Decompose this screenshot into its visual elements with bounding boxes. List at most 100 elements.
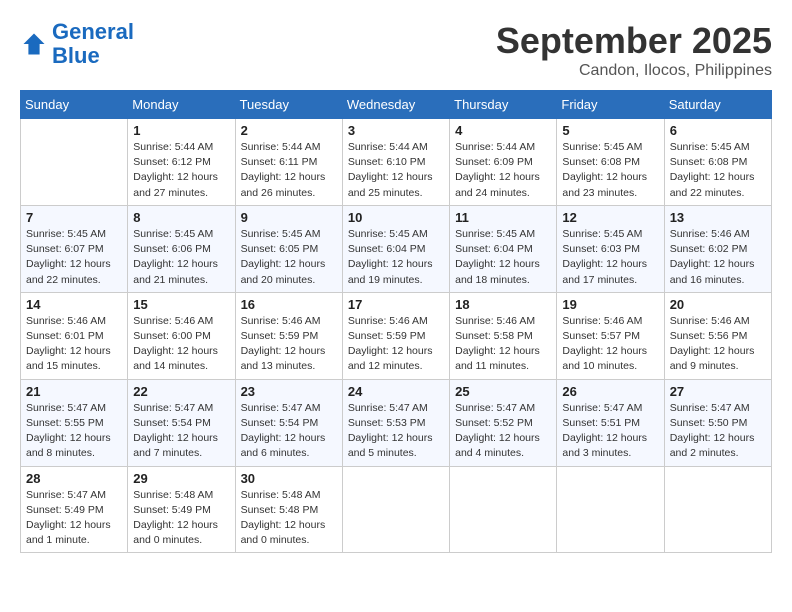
day-info: Sunrise: 5:44 AM Sunset: 6:09 PM Dayligh…	[455, 140, 551, 201]
day-info: Sunrise: 5:44 AM Sunset: 6:12 PM Dayligh…	[133, 140, 229, 201]
calendar-week-row: 28 Sunrise: 5:47 AM Sunset: 5:49 PM Dayli…	[21, 466, 772, 553]
day-number: 8	[133, 210, 229, 225]
day-info: Sunrise: 5:46 AM Sunset: 5:59 PM Dayligh…	[241, 314, 337, 375]
column-header-wednesday: Wednesday	[342, 91, 449, 119]
logo-icon	[20, 30, 48, 58]
calendar-week-row: 21 Sunrise: 5:47 AM Sunset: 5:55 PM Dayli…	[21, 379, 772, 466]
day-info: Sunrise: 5:45 AM Sunset: 6:07 PM Dayligh…	[26, 227, 122, 288]
column-header-thursday: Thursday	[450, 91, 557, 119]
calendar-cell	[557, 466, 664, 553]
day-info: Sunrise: 5:45 AM Sunset: 6:04 PM Dayligh…	[455, 227, 551, 288]
calendar-cell: 25Sunrise: 5:47 AM Sunset: 5:52 PM Dayli…	[450, 379, 557, 466]
page-header: General Blue September 2025 Candon, Iloc…	[20, 20, 772, 80]
day-info: Sunrise: 5:46 AM Sunset: 6:01 PM Dayligh…	[26, 314, 122, 375]
day-number: 14	[26, 297, 122, 312]
calendar-cell	[450, 466, 557, 553]
day-number: 2	[241, 123, 337, 138]
day-number: 3	[348, 123, 444, 138]
day-number: 19	[562, 297, 658, 312]
column-header-saturday: Saturday	[664, 91, 771, 119]
day-info: Sunrise: 5:47 AM Sunset: 5:54 PM Dayligh…	[241, 401, 337, 462]
day-number: 26	[562, 384, 658, 399]
calendar-cell: 23 Sunrise: 5:47 AM Sunset: 5:54 PM Dayli…	[235, 379, 342, 466]
calendar-cell: 28 Sunrise: 5:47 AM Sunset: 5:49 PM Dayli…	[21, 466, 128, 553]
calendar-cell: 20 Sunrise: 5:46 AM Sunset: 5:56 PM Dayli…	[664, 292, 771, 379]
calendar-cell: 29Sunrise: 5:48 AM Sunset: 5:49 PM Dayli…	[128, 466, 235, 553]
day-info: Sunrise: 5:46 AM Sunset: 6:02 PM Dayligh…	[670, 227, 766, 288]
day-info: Sunrise: 5:44 AM Sunset: 6:11 PM Dayligh…	[241, 140, 337, 201]
day-info: Sunrise: 5:48 AM Sunset: 5:49 PM Dayligh…	[133, 488, 229, 549]
calendar-week-row: 14 Sunrise: 5:46 AM Sunset: 6:01 PM Dayli…	[21, 292, 772, 379]
day-number: 24	[348, 384, 444, 399]
day-info: Sunrise: 5:47 AM Sunset: 5:49 PM Dayligh…	[26, 488, 122, 549]
calendar-cell: 14 Sunrise: 5:46 AM Sunset: 6:01 PM Dayli…	[21, 292, 128, 379]
calendar-cell: 27Sunrise: 5:47 AM Sunset: 5:50 PM Dayli…	[664, 379, 771, 466]
day-number: 5	[562, 123, 658, 138]
calendar-table: SundayMondayTuesdayWednesdayThursdayFrid…	[20, 90, 772, 553]
day-number: 28	[26, 471, 122, 486]
calendar-cell	[342, 466, 449, 553]
day-info: Sunrise: 5:45 AM Sunset: 6:06 PM Dayligh…	[133, 227, 229, 288]
calendar-cell: 30 Sunrise: 5:48 AM Sunset: 5:48 PM Dayli…	[235, 466, 342, 553]
calendar-cell: 10 Sunrise: 5:45 AM Sunset: 6:04 PM Dayli…	[342, 205, 449, 292]
day-number: 7	[26, 210, 122, 225]
column-header-tuesday: Tuesday	[235, 91, 342, 119]
calendar-cell: 1 Sunrise: 5:44 AM Sunset: 6:12 PM Daylig…	[128, 119, 235, 206]
day-info: Sunrise: 5:48 AM Sunset: 5:48 PM Dayligh…	[241, 488, 337, 549]
calendar-week-row: 7 Sunrise: 5:45 AM Sunset: 6:07 PM Daylig…	[21, 205, 772, 292]
calendar-cell: 11Sunrise: 5:45 AM Sunset: 6:04 PM Dayli…	[450, 205, 557, 292]
day-number: 20	[670, 297, 766, 312]
column-header-monday: Monday	[128, 91, 235, 119]
month-title: September 2025	[496, 20, 772, 62]
day-number: 21	[26, 384, 122, 399]
day-number: 16	[241, 297, 337, 312]
day-info: Sunrise: 5:45 AM Sunset: 6:08 PM Dayligh…	[562, 140, 658, 201]
day-info: Sunrise: 5:47 AM Sunset: 5:51 PM Dayligh…	[562, 401, 658, 462]
day-number: 9	[241, 210, 337, 225]
day-number: 15	[133, 297, 229, 312]
day-info: Sunrise: 5:44 AM Sunset: 6:10 PM Dayligh…	[348, 140, 444, 201]
calendar-cell: 2 Sunrise: 5:44 AM Sunset: 6:11 PM Daylig…	[235, 119, 342, 206]
day-number: 22	[133, 384, 229, 399]
day-number: 18	[455, 297, 551, 312]
calendar-cell: 12Sunrise: 5:45 AM Sunset: 6:03 PM Dayli…	[557, 205, 664, 292]
calendar-cell: 8 Sunrise: 5:45 AM Sunset: 6:06 PM Daylig…	[128, 205, 235, 292]
calendar-cell: 17 Sunrise: 5:46 AM Sunset: 5:59 PM Dayli…	[342, 292, 449, 379]
calendar-cell: 6Sunrise: 5:45 AM Sunset: 6:08 PM Daylig…	[664, 119, 771, 206]
day-number: 1	[133, 123, 229, 138]
logo: General Blue	[20, 20, 134, 68]
calendar-cell: 21 Sunrise: 5:47 AM Sunset: 5:55 PM Dayli…	[21, 379, 128, 466]
day-info: Sunrise: 5:46 AM Sunset: 5:59 PM Dayligh…	[348, 314, 444, 375]
column-header-friday: Friday	[557, 91, 664, 119]
calendar-cell: 18Sunrise: 5:46 AM Sunset: 5:58 PM Dayli…	[450, 292, 557, 379]
calendar-cell: 3 Sunrise: 5:44 AM Sunset: 6:10 PM Daylig…	[342, 119, 449, 206]
day-number: 4	[455, 123, 551, 138]
day-info: Sunrise: 5:45 AM Sunset: 6:04 PM Dayligh…	[348, 227, 444, 288]
calendar-cell: 7 Sunrise: 5:45 AM Sunset: 6:07 PM Daylig…	[21, 205, 128, 292]
day-info: Sunrise: 5:45 AM Sunset: 6:05 PM Dayligh…	[241, 227, 337, 288]
logo-text: General Blue	[52, 20, 134, 68]
calendar-cell: 16 Sunrise: 5:46 AM Sunset: 5:59 PM Dayli…	[235, 292, 342, 379]
calendar-week-row: 1 Sunrise: 5:44 AM Sunset: 6:12 PM Daylig…	[21, 119, 772, 206]
day-number: 30	[241, 471, 337, 486]
calendar-cell	[21, 119, 128, 206]
calendar-cell: 5 Sunrise: 5:45 AM Sunset: 6:08 PM Daylig…	[557, 119, 664, 206]
day-number: 12	[562, 210, 658, 225]
day-number: 13	[670, 210, 766, 225]
calendar-cell: 24 Sunrise: 5:47 AM Sunset: 5:53 PM Dayli…	[342, 379, 449, 466]
day-info: Sunrise: 5:47 AM Sunset: 5:53 PM Dayligh…	[348, 401, 444, 462]
day-info: Sunrise: 5:47 AM Sunset: 5:55 PM Dayligh…	[26, 401, 122, 462]
day-number: 10	[348, 210, 444, 225]
calendar-cell: 9 Sunrise: 5:45 AM Sunset: 6:05 PM Daylig…	[235, 205, 342, 292]
calendar-cell: 4 Sunrise: 5:44 AM Sunset: 6:09 PM Daylig…	[450, 119, 557, 206]
calendar-cell: 22Sunrise: 5:47 AM Sunset: 5:54 PM Dayli…	[128, 379, 235, 466]
calendar-cell: 15Sunrise: 5:46 AM Sunset: 6:00 PM Dayli…	[128, 292, 235, 379]
day-number: 27	[670, 384, 766, 399]
day-number: 6	[670, 123, 766, 138]
title-block: September 2025 Candon, Ilocos, Philippin…	[496, 20, 772, 80]
day-info: Sunrise: 5:46 AM Sunset: 5:56 PM Dayligh…	[670, 314, 766, 375]
day-number: 25	[455, 384, 551, 399]
day-number: 23	[241, 384, 337, 399]
location-subtitle: Candon, Ilocos, Philippines	[496, 62, 772, 80]
day-number: 17	[348, 297, 444, 312]
